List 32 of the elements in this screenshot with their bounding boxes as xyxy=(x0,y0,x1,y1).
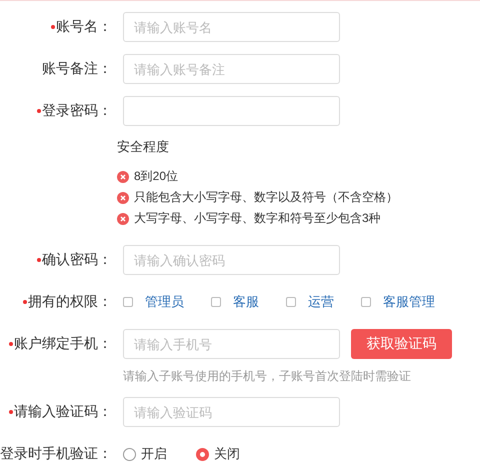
field-label: 账户绑定手机： xyxy=(14,335,112,353)
radio-label[interactable]: 关闭 xyxy=(214,445,240,463)
input-field[interactable] xyxy=(123,96,340,126)
rule-text: 大写字母、小写字母、数字和符号至少包含3种 xyxy=(134,210,381,227)
strength-title: 安全程度 xyxy=(117,138,170,156)
field-label: 登录时手机验证： xyxy=(0,445,112,463)
radio-button[interactable] xyxy=(196,448,209,460)
checkbox-label[interactable]: 客服管理 xyxy=(383,293,435,311)
radio-label[interactable]: 开启 xyxy=(141,445,167,463)
field-label: 拥有的权限： xyxy=(28,293,112,311)
radio-button[interactable] xyxy=(123,448,136,460)
checkbox[interactable] xyxy=(286,297,296,307)
hint-text: 请输入子账号使用的手机号，子账号首次登陆时需验证 xyxy=(123,368,412,385)
field-label: 账号名： xyxy=(56,18,112,36)
input-field[interactable]: 请输入账号名 xyxy=(123,12,340,42)
input-field[interactable]: 请输入账号备注 xyxy=(123,54,340,84)
input-field[interactable]: 请输入确认密码 xyxy=(123,245,340,275)
field-label: 请输入验证码： xyxy=(14,403,112,421)
checkbox[interactable] xyxy=(211,297,221,307)
checkbox-label[interactable]: 管理员 xyxy=(145,293,184,311)
field-label: 确认密码： xyxy=(42,251,112,269)
checkbox-label[interactable]: 运营 xyxy=(308,293,334,311)
checkbox[interactable] xyxy=(123,297,133,307)
rule-text: 只能包含大小写字母、数字以及符号（不含空格） xyxy=(134,189,398,206)
field-label: 登录密码： xyxy=(42,102,112,120)
checkbox[interactable] xyxy=(361,297,371,307)
rule-text: 8到20位 xyxy=(134,168,178,185)
field-label: 账号备注： xyxy=(42,60,112,78)
get-code-button[interactable]: 获取验证码 xyxy=(351,329,452,359)
input-field[interactable]: 请输入验证码 xyxy=(123,397,340,427)
checkbox-label[interactable]: 客服 xyxy=(233,293,259,311)
phone-field[interactable]: 请输入手机号 xyxy=(123,329,340,359)
